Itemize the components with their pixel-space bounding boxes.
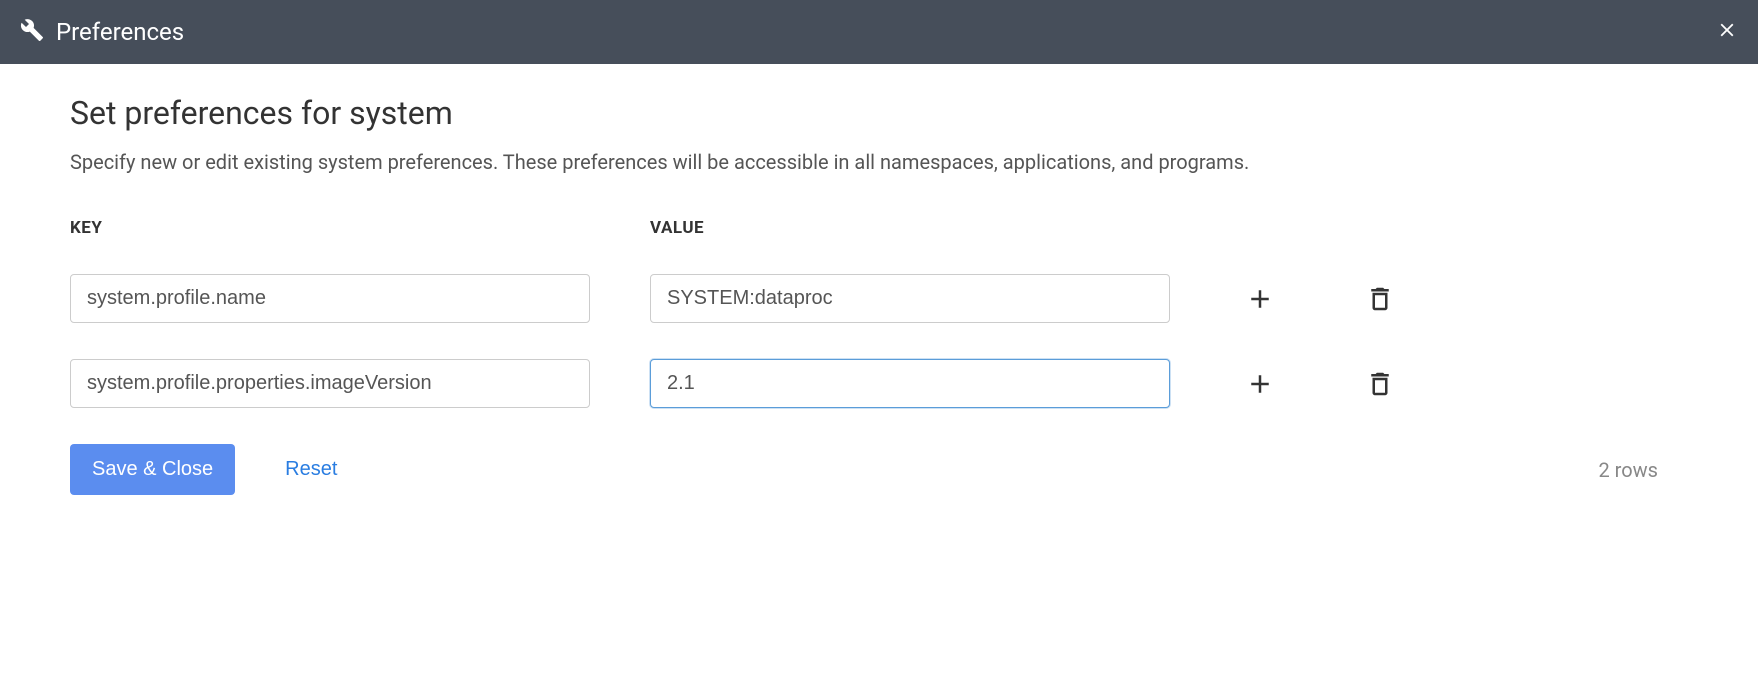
page-title: Set preferences for system	[70, 94, 1688, 132]
dialog-title: Preferences	[56, 18, 184, 46]
save-close-button[interactable]: Save & Close	[70, 444, 235, 495]
delete-row-button[interactable]	[1350, 284, 1410, 314]
dialog-content: Set preferences for system Specify new o…	[0, 64, 1758, 525]
delete-row-button[interactable]	[1350, 369, 1410, 399]
pref-value-input[interactable]	[650, 359, 1170, 408]
reset-button[interactable]: Reset	[285, 458, 337, 481]
pref-value-input[interactable]	[650, 274, 1170, 323]
row-count-label: 2 rows	[1598, 458, 1658, 482]
column-header-key: KEY	[70, 218, 590, 238]
pref-key-input[interactable]	[70, 359, 590, 408]
dialog-header: Preferences	[0, 0, 1758, 64]
pref-key-input[interactable]	[70, 274, 590, 323]
column-header-value: VALUE	[650, 218, 1170, 238]
footer-left: Save & Close Reset	[70, 444, 337, 495]
dialog-footer: Save & Close Reset 2 rows	[70, 444, 1688, 495]
add-row-button[interactable]	[1230, 284, 1290, 314]
add-row-button[interactable]	[1230, 369, 1290, 399]
page-description: Specify new or edit existing system pref…	[70, 146, 1688, 178]
prefs-grid: KEY VALUE	[70, 218, 1688, 408]
close-icon[interactable]	[1716, 19, 1738, 46]
wrench-icon	[20, 18, 44, 46]
header-left: Preferences	[20, 18, 184, 46]
